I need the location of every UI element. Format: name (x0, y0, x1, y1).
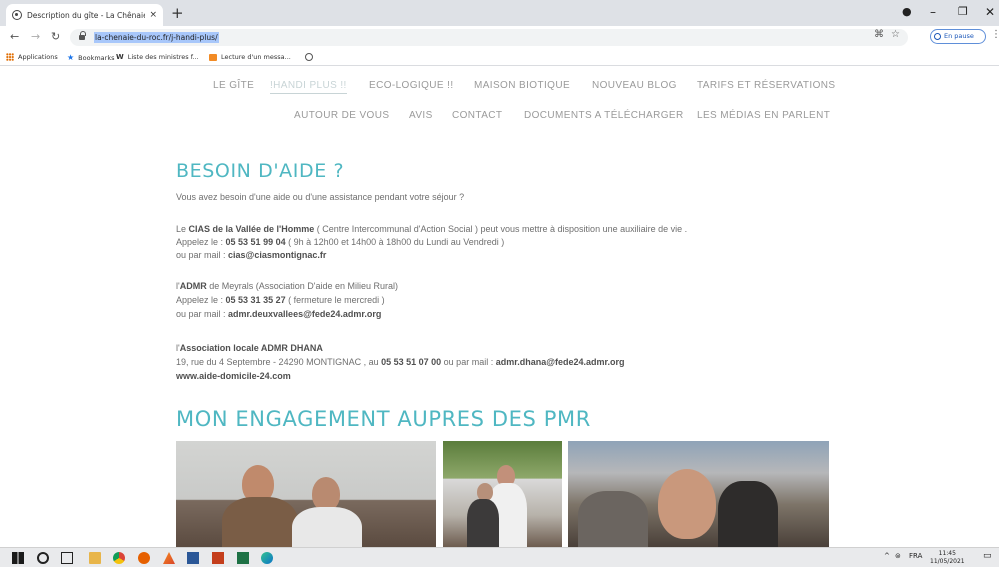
intro-text: Vous avez besoin d'une aide ou d'une ass… (176, 192, 465, 202)
tab-title: Description du gîte - La Chênaie (27, 10, 146, 20)
shirt-right (292, 507, 362, 547)
back-arrow-icon[interactable]: ← (10, 30, 19, 44)
site-favicon-icon (12, 10, 22, 20)
bookmark-applications[interactable]: Applications (6, 53, 58, 61)
star-icon: ★ (67, 53, 75, 62)
address-bar[interactable]: la-chenaie-du-roc.fr/j-handi-plus/ (70, 29, 908, 46)
bookmark-globe[interactable] (305, 53, 317, 61)
cias-line-3: ou par mail : cias@ciasmontignac.fr (176, 250, 327, 260)
bookmark-bookmarks[interactable]: ★ Bookmarks (67, 53, 115, 62)
bookmark-star-icon[interactable]: ☆ (891, 29, 900, 40)
shirt-left (222, 497, 298, 547)
powerpoint-icon[interactable] (212, 552, 224, 564)
wikipedia-icon: W (116, 53, 124, 61)
bookmark-label: Applications (18, 53, 58, 61)
photo-crowd[interactable] (568, 441, 829, 547)
file-explorer-icon[interactable] (89, 552, 101, 564)
dhana-line-1: l'Association locale ADMR DHANA (176, 343, 323, 353)
mail-icon (209, 53, 217, 61)
menu-kebab-icon[interactable]: ⋮ (991, 29, 999, 40)
bookmark-label: Bookmarks (78, 53, 115, 62)
face-right (312, 477, 340, 511)
close-window-button[interactable]: ✕ (985, 4, 995, 20)
tab-strip: Description du gîte - La Chênaie × + ● –… (0, 0, 999, 26)
edge-icon[interactable] (261, 552, 273, 564)
dhana-website-link[interactable]: www.aide-domicile-24.com (176, 371, 291, 381)
browser-tab[interactable]: Description du gîte - La Chênaie × (6, 4, 163, 26)
extensions-icon[interactable]: ⌘ (874, 29, 884, 40)
cias-line-1: Le CIAS de la Vallée de l'Homme ( Centre… (176, 224, 688, 234)
bookmark-mail[interactable]: Lecture d'un messa... (209, 53, 291, 61)
cias-email-link[interactable]: cias@ciasmontignac.fr (228, 250, 326, 260)
shirt-woman (467, 499, 499, 547)
firefox-icon[interactable] (138, 552, 150, 564)
vlc-icon[interactable] (163, 552, 175, 564)
tab-close-icon[interactable]: × (149, 10, 157, 20)
nav-autour-de-vous[interactable]: AUTOUR DE VOUS (294, 110, 389, 121)
nav-avis[interactable]: AVIS (409, 110, 433, 121)
start-windows-icon[interactable] (12, 552, 24, 564)
dhana-line-2: 19, rue du 4 Septembre - 24290 MONTIGNAC… (176, 357, 625, 367)
forward-arrow-icon[interactable]: → (31, 30, 40, 44)
paused-label: En pause (944, 32, 974, 40)
apps-grid-icon (6, 53, 14, 61)
maximize-button[interactable]: ❐ (958, 4, 968, 20)
nav-handi-plus[interactable]: !HANDI PLUS !! (270, 80, 347, 94)
chrome-icon[interactable] (113, 552, 125, 564)
shirt-crowd-left (578, 491, 648, 547)
cias-line-2: Appelez le : 05 53 51 99 04 ( 9h à 12h00… (176, 237, 505, 247)
admr-line-3: ou par mail : admr.deuxvallees@fede24.ad… (176, 309, 382, 319)
new-tab-button[interactable]: + (171, 4, 184, 22)
reload-icon[interactable]: ↻ (51, 30, 60, 44)
language-indicator[interactable]: FRA (909, 552, 922, 560)
notification-icon[interactable]: ▭ (983, 551, 992, 561)
photo-event[interactable] (443, 441, 562, 547)
tray-expand-icon[interactable]: ^ (884, 552, 890, 560)
bookmark-wikipedia[interactable]: W Liste des ministres f... (116, 53, 199, 61)
admr-email-link[interactable]: admr.deuxvallees@fede24.admr.org (228, 309, 381, 319)
search-icon[interactable] (37, 552, 49, 564)
heading-besoin-aide: BESOIN D'AIDE ? (176, 160, 345, 182)
heading-engagement-pmr: MON ENGAGEMENT AUPRES DES PMR (176, 407, 591, 431)
bookmark-label: Lecture d'un messa... (221, 53, 291, 61)
admr-line-1: l'ADMR de Meyrals (Association D'aide en… (176, 281, 399, 291)
globe-icon (305, 53, 313, 61)
browser-toolbar: ← → ↻ la-chenaie-du-roc.fr/j-handi-plus/ (0, 26, 999, 48)
url-text[interactable]: la-chenaie-du-roc.fr/j-handi-plus/ (94, 32, 219, 43)
clock-time: 11:45 (938, 550, 956, 557)
nav-contact[interactable]: CONTACT (452, 110, 502, 121)
nav-nouveau-blog[interactable]: NOUVEAU BLOG (592, 80, 677, 91)
task-view-icon[interactable] (61, 552, 73, 564)
shirt-crowd (718, 481, 778, 547)
nav-eco-logique[interactable]: ECO-LOGIQUE !! (369, 80, 454, 91)
dhana-line-3: www.aide-domicile-24.com (176, 371, 291, 382)
dhana-email-link[interactable]: admr.dhana@fede24.admr.org (496, 357, 625, 367)
bookmarks-bar: Applications ★ Bookmarks W Liste des min… (0, 48, 999, 66)
system-clock[interactable]: 11:45 11/05/2021 (930, 550, 965, 566)
lock-icon (79, 31, 86, 41)
sync-paused-button[interactable]: En pause (930, 29, 986, 44)
nav-le-gite[interactable]: LE GÎTE (213, 80, 254, 91)
clock-date: 11/05/2021 (930, 558, 965, 565)
face-smiling (658, 469, 716, 539)
network-icon[interactable]: ⊜ (895, 552, 901, 560)
nav-medias[interactable]: LES MÉDIAS EN PARLENT (697, 110, 830, 121)
record-icon[interactable]: ● (902, 4, 912, 20)
excel-icon[interactable] (237, 552, 249, 564)
bookmark-label: Liste des ministres f... (127, 53, 199, 61)
nav-documents[interactable]: DOCUMENTS A TÉLÉCHARGER (524, 110, 684, 121)
photo-two-men[interactable] (176, 441, 436, 547)
profile-icon (934, 33, 941, 40)
admr-line-2: Appelez le : 05 53 31 35 27 ( fermeture … (176, 295, 385, 305)
nav-tarifs[interactable]: TARIFS ET RÉSERVATIONS (697, 80, 835, 91)
word-icon[interactable] (187, 552, 199, 564)
windows-taskbar: ^ ⊜ FRA 11:45 11/05/2021 ▭ (0, 547, 999, 567)
minimize-button[interactable]: – (930, 4, 936, 20)
nav-maison-biotique[interactable]: MAISON BIOTIQUE (474, 80, 570, 91)
web-page: LE GÎTE !HANDI PLUS !! ECO-LOGIQUE !! MA… (0, 67, 999, 547)
